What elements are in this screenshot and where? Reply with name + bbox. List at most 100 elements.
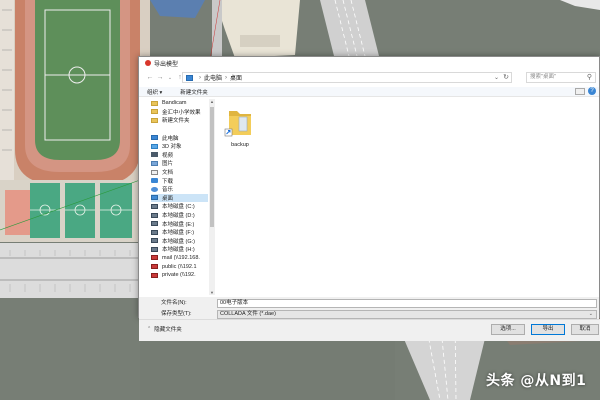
breadcrumb-desktop[interactable]: 桌面 bbox=[230, 73, 242, 82]
cancel-button[interactable]: 取消 bbox=[571, 324, 599, 335]
nav-item-label: 文档 bbox=[162, 170, 174, 177]
file-item-label: backup bbox=[231, 142, 249, 148]
nav-item-label: 3D 对象 bbox=[162, 144, 182, 151]
nav-item-documents[interactable]: 文档 bbox=[151, 168, 208, 177]
nav-item-label: 本地磁盘 (F:) bbox=[162, 230, 195, 237]
computer-icon bbox=[151, 135, 158, 141]
nav-item-music[interactable]: 音乐 bbox=[151, 185, 208, 194]
nav-item-private-share[interactable]: private (\\192. bbox=[151, 271, 208, 280]
nav-item-disk-f[interactable]: 本地磁盘 (F:) bbox=[151, 228, 208, 237]
desktop-icon bbox=[151, 195, 158, 201]
back-arrow-icon[interactable]: ← bbox=[145, 73, 155, 83]
scrollbar-thumb[interactable] bbox=[210, 107, 214, 227]
chevron-down-icon: ⌄ bbox=[588, 311, 593, 317]
export-button[interactable]: 导出 bbox=[531, 324, 565, 335]
nav-item-label: Bandicam bbox=[162, 100, 187, 107]
recent-locations-chevron-icon[interactable]: ⌄ bbox=[165, 73, 175, 83]
disk-icon bbox=[151, 246, 158, 252]
hide-folders-toggle[interactable]: ⌃ 隐藏文件夹 bbox=[147, 325, 182, 333]
scroll-down-arrow-icon[interactable]: ▼ bbox=[209, 290, 215, 295]
nav-item-label: mail (\\192.168. bbox=[162, 254, 200, 261]
nav-item-label: 本地磁盘 (E:) bbox=[162, 221, 195, 228]
help-icon[interactable]: ? bbox=[588, 87, 596, 95]
documents-icon bbox=[151, 169, 158, 175]
nav-item-disk-d[interactable]: 本地磁盘 (D:) bbox=[151, 211, 208, 220]
nav-item-disk-h[interactable]: 本地磁盘 (H:) bbox=[151, 245, 208, 254]
nav-item-new-folder[interactable]: 新建文件夹 bbox=[151, 116, 208, 125]
organize-button[interactable]: 组织 ▾ bbox=[147, 88, 162, 96]
folder-icon bbox=[151, 100, 158, 106]
search-icon: ⚲ bbox=[586, 74, 592, 81]
network-drive-icon bbox=[151, 272, 158, 278]
nav-item-mail-share[interactable]: mail (\\192.168. bbox=[151, 254, 208, 263]
nav-item-public-share[interactable]: public (\\192.1 bbox=[151, 262, 208, 271]
filename-row: 文件名(N): 00电子版本 bbox=[139, 299, 599, 308]
nav-item-desktop[interactable]: 桌面 bbox=[151, 193, 208, 203]
file-list-area[interactable]: backup bbox=[217, 99, 600, 295]
folder-icon bbox=[151, 117, 158, 123]
nav-item-3d-objects[interactable]: 3D 对象 bbox=[151, 142, 208, 151]
nav-item-label: 下载 bbox=[162, 178, 174, 185]
folder-shortcut-icon bbox=[224, 111, 251, 137]
downloads-icon bbox=[151, 178, 158, 184]
disk-icon bbox=[151, 221, 158, 227]
nav-item-label: 本地磁盘 (G:) bbox=[162, 238, 195, 245]
filetype-row: 保存类型(T): COLLADA 文件 (*.dae) ⌄ bbox=[139, 310, 599, 319]
navigation-pane: Bandicam 金汇中小学效果 新建文件夹 此电脑 3D 对象 视频 图片 文… bbox=[151, 99, 208, 295]
collapse-chevron-icon: ⌃ bbox=[147, 326, 152, 332]
nav-item-this-pc[interactable]: 此电脑 bbox=[151, 133, 208, 142]
view-options-icon[interactable] bbox=[575, 88, 585, 95]
nav-item-jinhui-school[interactable]: 金汇中小学效果 bbox=[151, 108, 208, 117]
forward-arrow-icon[interactable]: → bbox=[155, 73, 165, 83]
folder-icon bbox=[151, 109, 158, 115]
nav-item-bandicam[interactable]: Bandicam bbox=[151, 99, 208, 108]
network-drive-icon bbox=[151, 255, 158, 261]
nav-item-label: 新建文件夹 bbox=[162, 118, 190, 125]
nav-item-disk-c[interactable]: 本地磁盘 (C:) bbox=[151, 202, 208, 211]
hide-folders-label: 隐藏文件夹 bbox=[154, 327, 182, 333]
sketchup-app-icon bbox=[145, 60, 151, 66]
filename-input[interactable]: 00电子版本 bbox=[217, 299, 597, 308]
search-placeholder: 搜索"桌面" bbox=[530, 74, 556, 80]
network-drive-icon bbox=[151, 264, 158, 270]
export-model-dialog: 导出模型 ← → ⌄ ↑ › 此电脑 › 桌面 ⌄ ↻ 搜索"桌面" ⚲ 组织 … bbox=[138, 56, 600, 341]
nav-item-label: 本地磁盘 (C:) bbox=[162, 204, 195, 211]
options-button[interactable]: 选项... bbox=[491, 324, 525, 335]
disk-icon bbox=[151, 203, 158, 209]
refresh-icon[interactable]: ↻ bbox=[503, 73, 509, 81]
nav-item-label: 本地磁盘 (D:) bbox=[162, 213, 195, 220]
pictures-icon bbox=[151, 160, 158, 166]
nav-pane-scrollbar[interactable]: ▲ ▼ bbox=[209, 99, 215, 295]
address-bar-row: ← → ⌄ ↑ › 此电脑 › 桌面 ⌄ ↻ 搜索"桌面" ⚲ bbox=[139, 71, 599, 85]
search-input[interactable]: 搜索"桌面" ⚲ bbox=[526, 72, 596, 83]
disk-icon bbox=[151, 238, 158, 244]
video-icon bbox=[151, 152, 158, 158]
filetype-select[interactable]: COLLADA 文件 (*.dae) ⌄ bbox=[217, 310, 597, 319]
music-icon bbox=[151, 186, 158, 192]
nav-item-disk-g[interactable]: 本地磁盘 (G:) bbox=[151, 237, 208, 246]
disk-icon bbox=[151, 229, 158, 235]
file-item-backup[interactable]: backup bbox=[223, 105, 257, 149]
nav-item-pictures[interactable]: 图片 bbox=[151, 159, 208, 168]
nav-item-label: 音乐 bbox=[162, 187, 174, 194]
nav-item-label: 视频 bbox=[162, 152, 174, 159]
command-toolbar: 组织 ▾ 新建文件夹 ? bbox=[139, 87, 599, 97]
toutiao-watermark: 头条 @从N到1 bbox=[486, 373, 587, 389]
nav-item-label: public (\\192.1 bbox=[162, 263, 197, 270]
dialog-titlebar: 导出模型 bbox=[139, 57, 599, 69]
breadcrumb-separator-icon: › bbox=[225, 74, 228, 81]
breadcrumb-this-pc[interactable]: 此电脑 bbox=[204, 73, 222, 82]
new-folder-button[interactable]: 新建文件夹 bbox=[180, 88, 208, 96]
nav-item-label: 金汇中小学效果 bbox=[162, 109, 201, 116]
filetype-value: COLLADA 文件 (*.dae) bbox=[220, 311, 276, 317]
nav-item-downloads[interactable]: 下载 bbox=[151, 176, 208, 185]
filename-label: 文件名(N): bbox=[161, 300, 187, 306]
nav-item-disk-e[interactable]: 本地磁盘 (E:) bbox=[151, 219, 208, 228]
address-dropdown-chevron-icon[interactable]: ⌄ bbox=[494, 74, 499, 81]
nav-item-videos[interactable]: 视频 bbox=[151, 151, 208, 160]
computer-icon bbox=[186, 74, 193, 81]
nav-item-label: private (\\192. bbox=[162, 272, 196, 279]
address-box[interactable]: › 此电脑 › 桌面 ⌄ ↻ bbox=[182, 72, 512, 83]
scroll-up-arrow-icon[interactable]: ▲ bbox=[209, 99, 215, 104]
